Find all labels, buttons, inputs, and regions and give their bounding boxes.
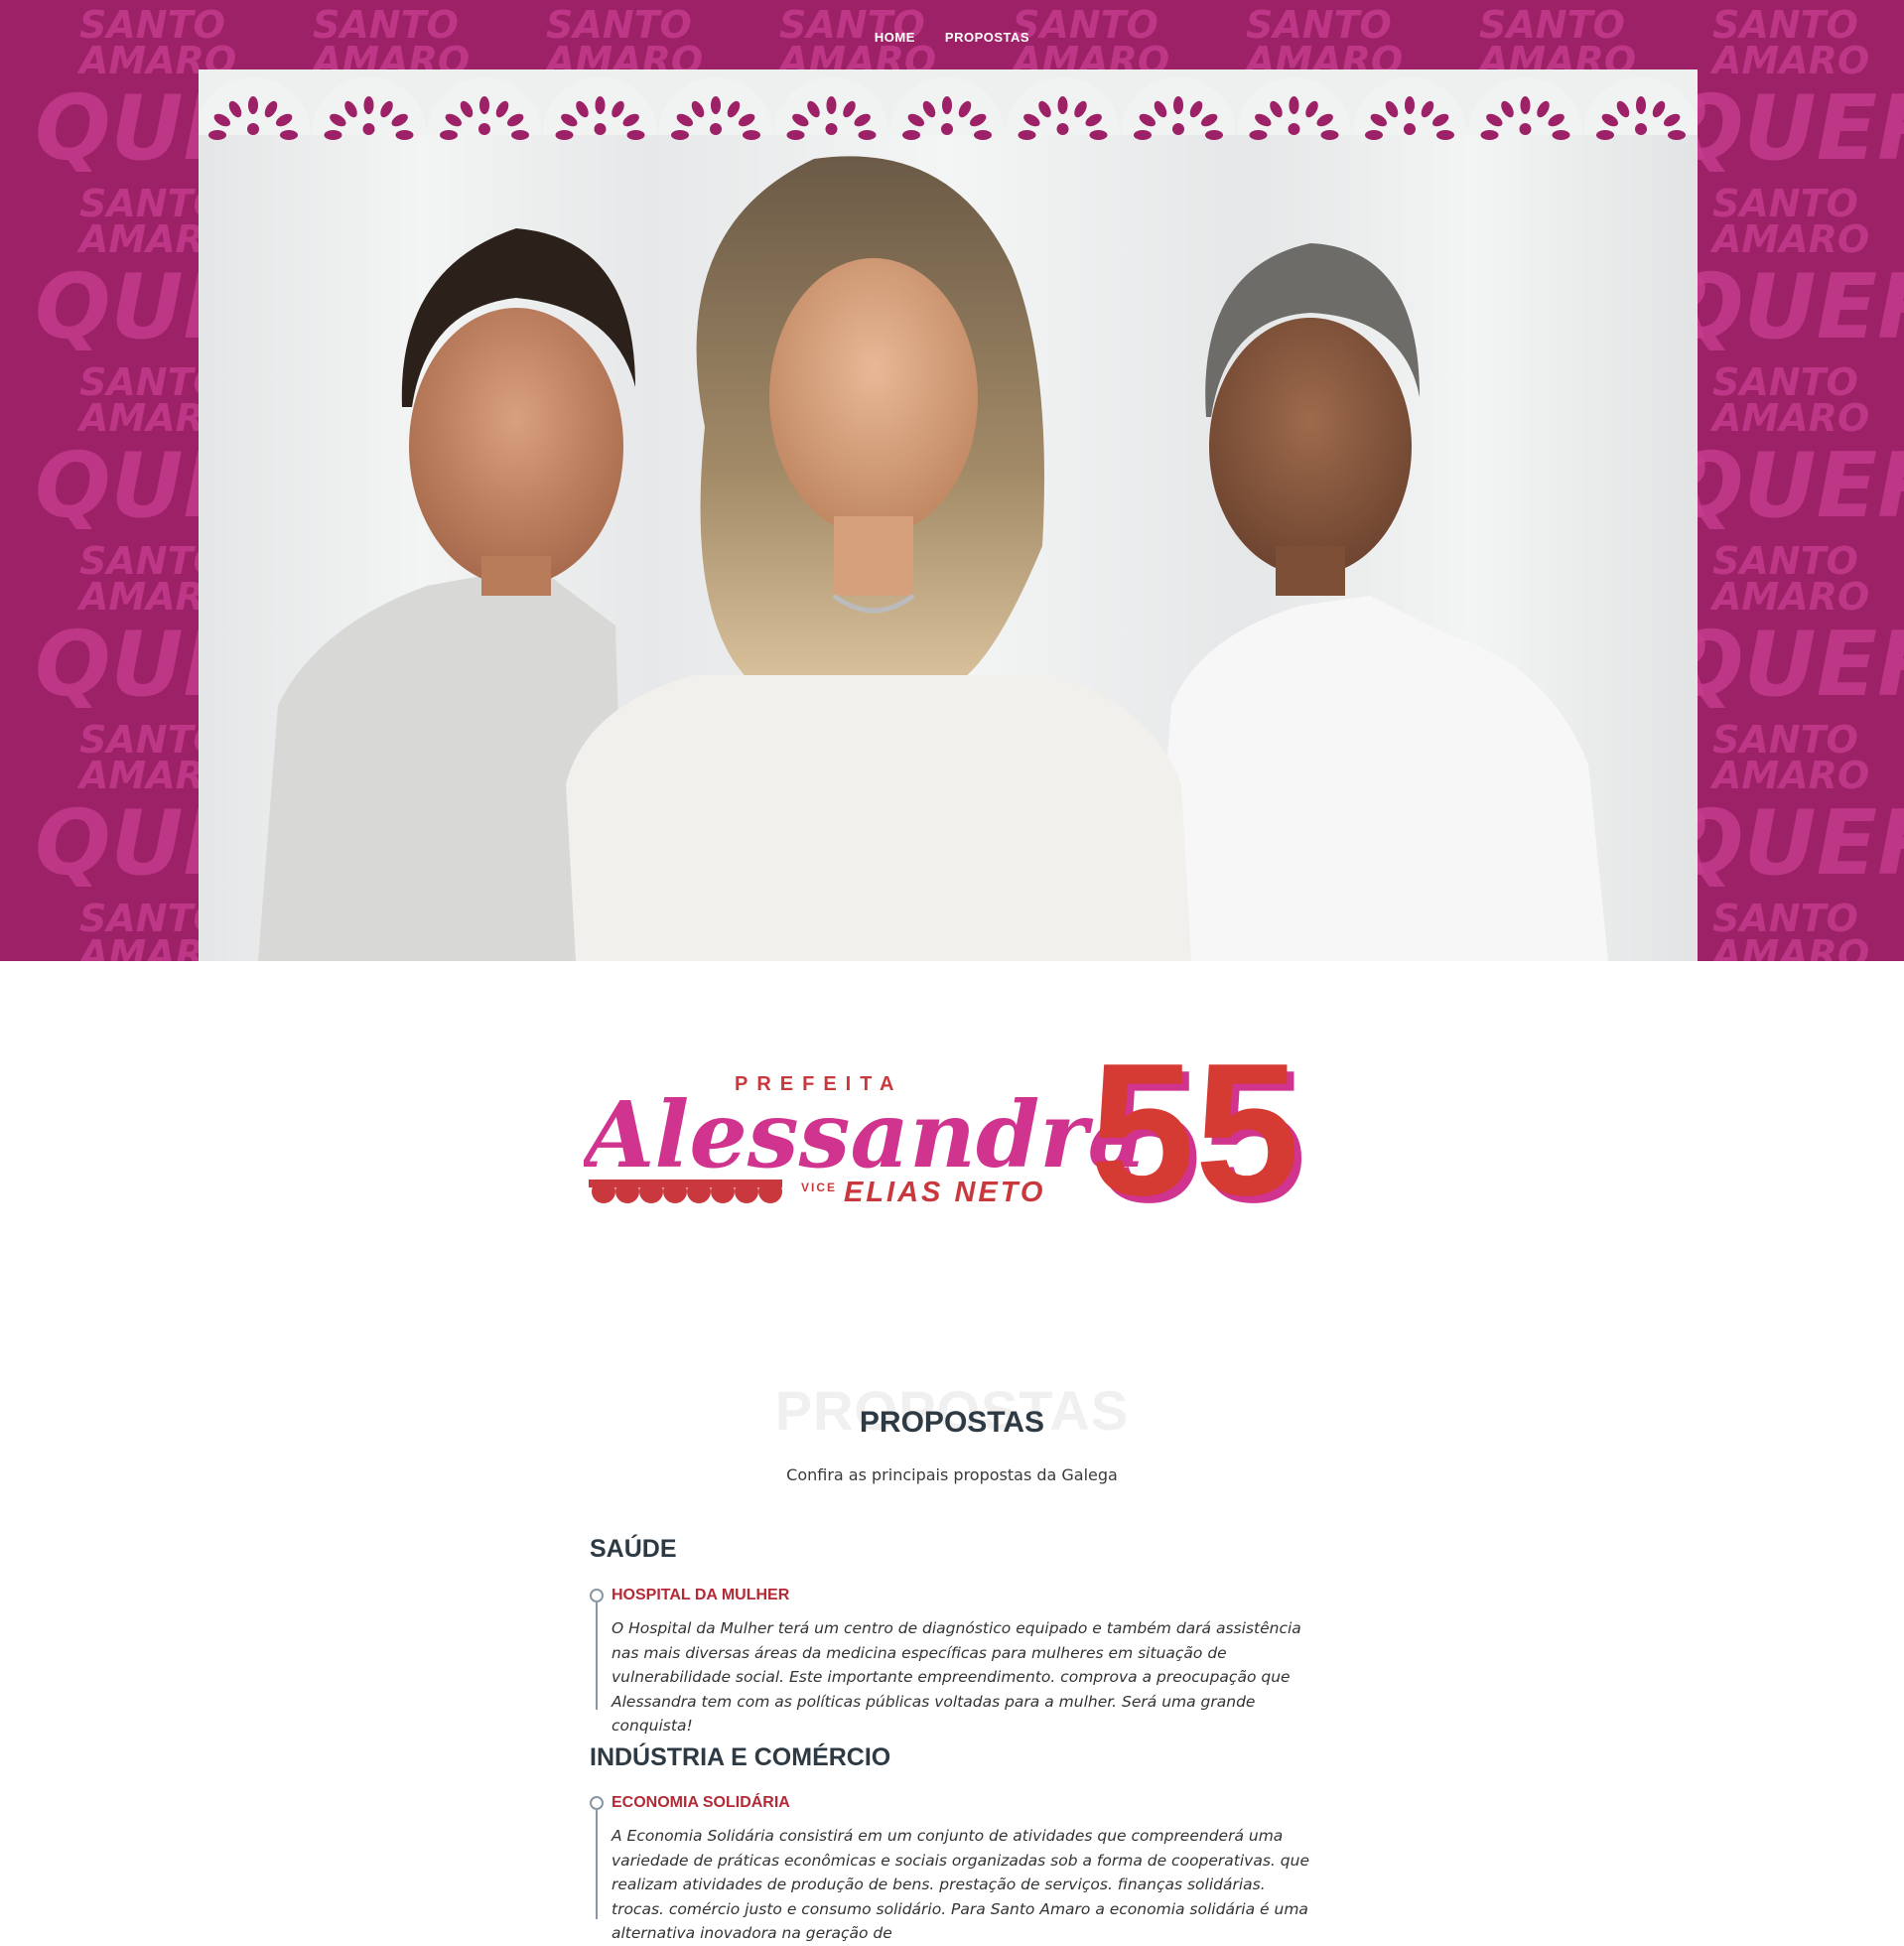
campaign-logo: PREFEITA Alessandra VICE ELIAS NETO 55 5… [576, 1025, 1318, 1242]
scallop-hole [1249, 130, 1268, 140]
timeline-line [596, 1810, 598, 1919]
logo-name-text: Alessandra [584, 1081, 1147, 1188]
main-nav: HOME PROPOSTAS [0, 30, 1904, 45]
logo-vice-label: VICE [801, 1181, 837, 1194]
scallop-hole [710, 123, 722, 135]
scallop-hole [626, 130, 645, 140]
scallop-hole [1173, 96, 1183, 114]
scallop-hole [362, 123, 375, 135]
scallop-hole [858, 130, 877, 140]
timeline-dot-icon [590, 1589, 604, 1602]
scallop-hole [1205, 130, 1223, 140]
logo-vice-name: ELIAS NETO [844, 1177, 1046, 1208]
scallop-hole [1519, 123, 1532, 135]
scallop-hole [208, 130, 226, 140]
scallop-hole [247, 123, 259, 135]
scallop-hole [671, 130, 689, 140]
scallop-hole [479, 96, 489, 114]
scallop-hole [942, 96, 952, 114]
proposal-title: ECONOMIA SOLIDÁRIA [612, 1794, 790, 1811]
scallop-hole [1320, 130, 1339, 140]
scallop-hole [1057, 96, 1068, 114]
logo-number: 55 [1090, 1033, 1299, 1221]
category-heading: INDÚSTRIA E COMÉRCIO [590, 1743, 891, 1771]
timeline-dot-icon [590, 1796, 604, 1810]
hero-banner: SANTOAMAROQUERSANTOAMAROQUERSANTOAMAROQU… [0, 0, 1904, 961]
section-title: PROPOSTAS [859, 1406, 1045, 1439]
scallop-hole [1288, 123, 1300, 135]
scallop-hole [1404, 123, 1416, 135]
scallop-hole [1668, 130, 1686, 140]
proposal-title: HOSPITAL DA MULHER [612, 1587, 790, 1603]
category-heading: SAÚDE [590, 1535, 677, 1563]
campaign-logo-graphic: PREFEITA Alessandra VICE ELIAS NETO 55 5… [576, 1025, 1306, 1242]
proposal-description: O Hospital da Mulher terá um centro de d… [612, 1619, 1301, 1735]
section-subtitle: Confira as principais propostas da Galeg… [786, 1465, 1118, 1484]
nav-propostas-link[interactable]: PROPOSTAS [945, 30, 1029, 45]
scallop-hole [595, 96, 606, 114]
scallop-hole [511, 130, 529, 140]
scallop-hole [478, 123, 490, 135]
scallop-hole [1480, 130, 1499, 140]
hero-pattern-text: QUER [1668, 791, 1904, 896]
scallop-hole [743, 130, 760, 140]
scallop-hole [941, 123, 953, 135]
nav-home-link[interactable]: HOME [875, 30, 915, 45]
hero-pattern-text: QUER [1668, 76, 1904, 181]
scallop-hole [1520, 96, 1531, 114]
scallop-hole [1018, 130, 1036, 140]
scallop-hole [1289, 96, 1299, 114]
scallop-hole [1365, 130, 1383, 140]
scallop-hole [1436, 130, 1454, 140]
scallop-hole [324, 130, 342, 140]
scallop-hole [1552, 130, 1570, 140]
scallop-hole [1172, 123, 1184, 135]
scallop-hole [280, 130, 298, 140]
scallop-hole [248, 96, 258, 114]
proposal-description: A Economia Solidária consistirá em um co… [612, 1827, 1309, 1942]
hero-pattern-text: QUER [1668, 613, 1904, 717]
scallop-hole [1134, 130, 1152, 140]
scallop-hole [786, 130, 805, 140]
timeline-line [596, 1602, 598, 1710]
hero-pattern-text: QUER [1668, 434, 1904, 538]
scallop-hole [902, 130, 920, 140]
scallop-hole [825, 123, 838, 135]
scallop-hole [1056, 123, 1069, 135]
scallop-hole [826, 96, 837, 114]
hero-pattern-text: AMARO [1709, 932, 1869, 961]
proposal-item: ECONOMIA SOLIDÁRIA A Economia Solidária … [590, 1794, 1324, 1942]
scallop-hole [440, 130, 458, 140]
scallop-hole [555, 130, 574, 140]
scallop-hole [395, 130, 414, 140]
scallop-hole [363, 96, 374, 114]
scallop-hole [711, 96, 721, 114]
scallop-hole [1405, 96, 1415, 114]
logo-scallop-ornament [589, 1180, 782, 1203]
scallop-hole [1636, 96, 1646, 114]
scallop-hole [1635, 123, 1647, 135]
hero-pattern-text: QUER [1668, 255, 1904, 359]
candidates-photo [199, 70, 1698, 961]
proposal-item: HOSPITAL DA MULHER O Hospital da Mulher … [590, 1587, 1324, 1735]
scallop-hole [1089, 130, 1108, 140]
scallop-hole [594, 123, 607, 135]
scallop-hole [974, 130, 992, 140]
candidates-illustration [199, 77, 1698, 961]
scallop-hole [1596, 130, 1614, 140]
